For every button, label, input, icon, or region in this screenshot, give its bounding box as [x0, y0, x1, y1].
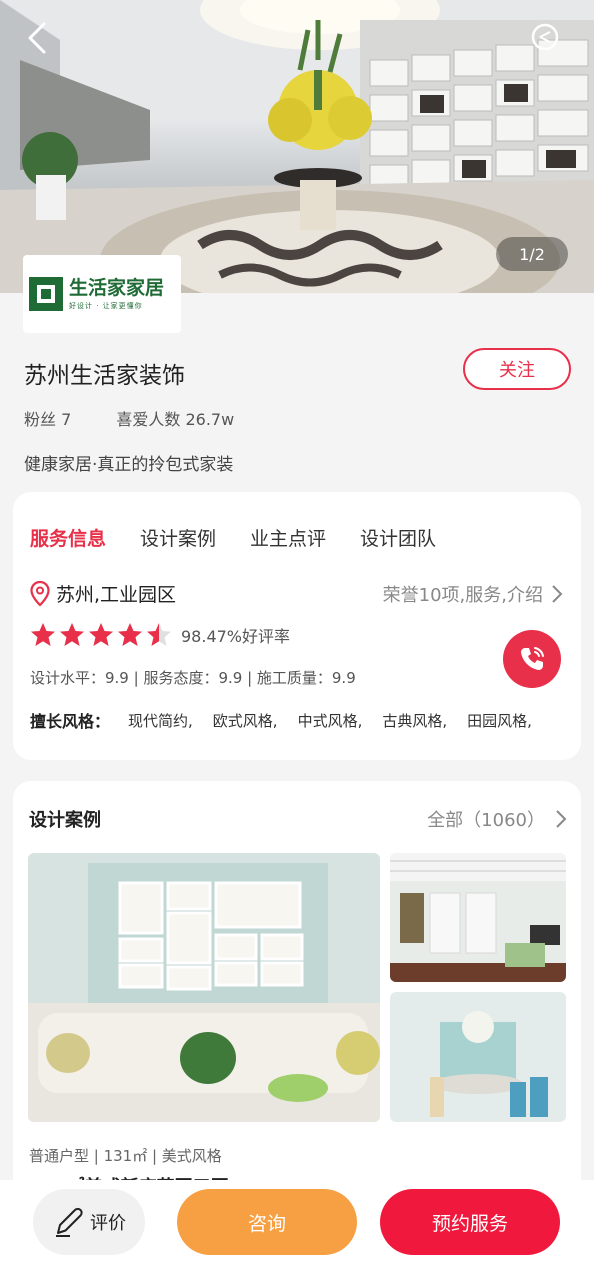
service-info-card: 服务信息 设计案例 业主点评 设计团队 苏州,工业园区 荣誉10项,服务,介绍 … — [13, 492, 581, 760]
back-button[interactable] — [26, 22, 70, 66]
fans-count: 粉丝 7 — [24, 410, 72, 429]
location-text: 苏州,工业园区 — [56, 584, 177, 606]
pencil-icon — [56, 1207, 83, 1237]
style-tag: 现代简约, — [128, 711, 193, 730]
location: 苏州,工业园区 — [30, 580, 176, 607]
store-slogan: 健康家居·真正的拎包式家装 — [24, 455, 234, 475]
hero-gallery[interactable]: 1/2 — [0, 0, 594, 293]
tab-service-info[interactable]: 服务信息 — [30, 524, 106, 551]
star-icon — [118, 623, 142, 646]
chevron-right-icon — [552, 585, 563, 603]
phone-icon — [521, 647, 544, 670]
store-name: 苏州生活家装饰 — [24, 363, 185, 389]
call-button[interactable] — [503, 630, 561, 688]
rating: 98.47%好评率 — [30, 622, 290, 648]
style-tag: 欧式风格, — [212, 711, 278, 730]
case-main-image[interactable] — [28, 853, 380, 1122]
style-tag: 田园风格, — [467, 711, 532, 730]
logo-mark-icon — [29, 277, 63, 311]
logo-tagline: 好设计 · 让家更懂你 — [69, 302, 143, 310]
specialty-styles: 擅长风格： 现代简约, 欧式风格, 中式风格, 古典风格, 田园风格, — [30, 708, 552, 732]
gallery-page-indicator: 1/2 — [496, 237, 568, 271]
review-label: 评价 — [90, 1213, 126, 1234]
store-stats: 粉丝 7 喜爱人数 26.7w — [24, 406, 274, 430]
logo-name: 生活家家居 — [69, 277, 165, 299]
location-pin-icon — [30, 580, 50, 607]
section-tabs: 服务信息 设计案例 业主点评 设计团队 — [30, 524, 470, 551]
score-breakdown: 设计水平：9.9 | 服务态度：9.9 | 施工质量：9.9 — [30, 669, 356, 687]
share-button[interactable] — [530, 22, 574, 66]
star-icon — [89, 623, 113, 646]
tab-design-cases[interactable]: 设计案例 — [140, 524, 216, 551]
see-all-cases-link[interactable]: 全部（1060） — [427, 806, 567, 832]
chevron-right-icon — [556, 810, 567, 828]
see-all-label: 全部（1060） — [427, 810, 545, 831]
rating-stars — [30, 622, 175, 648]
case-thumb-image[interactable] — [390, 853, 566, 982]
section-title: 设计案例 — [29, 810, 101, 831]
consult-button[interactable]: 咨询 — [177, 1189, 357, 1255]
brand-logo: 生活家家居 好设计 · 让家更懂你 — [23, 255, 181, 333]
follow-button[interactable]: 关注 — [463, 348, 571, 390]
review-button[interactable]: 评价 — [33, 1189, 145, 1255]
style-tag: 古典风格, — [382, 711, 448, 730]
star-icon — [31, 623, 55, 646]
tab-owner-reviews[interactable]: 业主点评 — [250, 524, 326, 551]
share-icon — [531, 23, 559, 51]
tab-design-team[interactable]: 设计团队 — [360, 524, 436, 551]
design-cases-card: 设计案例 全部（1060） 普通户型 | 131㎡ | 美式风格 — [13, 781, 581, 1201]
chevron-left-icon — [28, 22, 46, 54]
bottom-action-bar: 评价 咨询 预约服务 — [0, 1180, 594, 1280]
case-thumb-image[interactable] — [390, 992, 566, 1122]
star-icon — [60, 623, 84, 646]
likes-count: 喜爱人数 26.7w — [116, 410, 235, 429]
honors-link[interactable]: 荣誉10项,服务,介绍 — [383, 581, 563, 607]
styles-label: 擅长风格： — [30, 712, 111, 731]
honors-text: 荣誉10项,服务,介绍 — [382, 585, 543, 606]
star-icon — [147, 623, 171, 646]
book-service-button[interactable]: 预约服务 — [380, 1189, 560, 1255]
rating-text: 98.47%好评率 — [181, 627, 291, 646]
case-meta: 普通户型 | 131㎡ | 美式风格 — [29, 1147, 222, 1165]
style-tag: 中式风格, — [297, 711, 363, 730]
